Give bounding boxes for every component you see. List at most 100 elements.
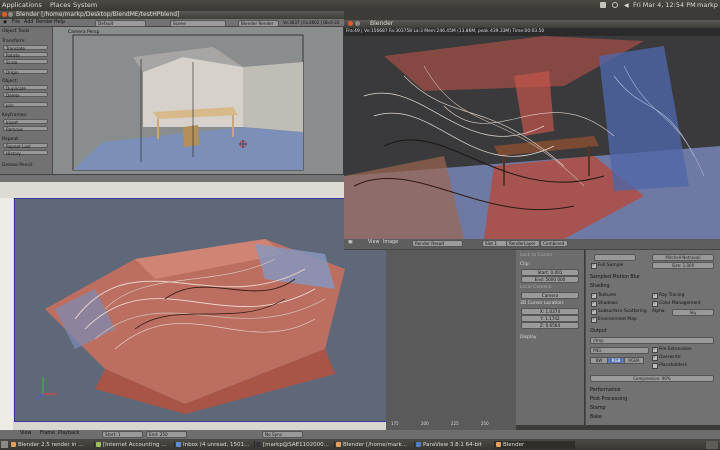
shading-panel-header[interactable]: Shading (590, 284, 610, 289)
cursor-x-field[interactable]: X: 1.0374 (521, 308, 579, 315)
repeat-last-button[interactable]: Repeat Last (3, 143, 48, 149)
motion-blur-panel[interactable]: Sampled Motion Blur (590, 275, 640, 280)
render-layer-select[interactable]: RenderLayer (506, 240, 540, 247)
blender-window-titlebar[interactable]: Blender [/home/markp/Desktop/BlendME/tes… (0, 11, 344, 19)
end-frame-field[interactable]: End: 250 (146, 431, 187, 438)
menu-help[interactable]: Help (54, 20, 65, 25)
output-path-field[interactable]: //tmp (590, 337, 714, 344)
timeline-menu-frame[interactable]: Frame (40, 431, 55, 436)
post-processing-panel[interactable]: Post Processing (590, 397, 627, 402)
minimize-icon[interactable] (8, 12, 13, 17)
screen-select[interactable]: Default (95, 20, 146, 27)
render-minimize-icon[interactable] (355, 21, 360, 26)
bake-panel[interactable]: Bake (590, 415, 602, 420)
network-icon[interactable] (612, 2, 618, 8)
stamp-panel[interactable]: Stamp (590, 406, 606, 411)
duplicate-button[interactable]: Duplicate (3, 85, 48, 91)
task-paraview[interactable]: ParaView 3.8.1 64-bit (415, 441, 495, 449)
shadows-checkbox[interactable] (591, 300, 597, 307)
placeholders-checkbox[interactable] (652, 363, 658, 369)
clip-start-field[interactable]: Start: 0.001 (521, 269, 579, 276)
close-icon[interactable] (2, 12, 7, 17)
blender-window-title: Blender [/home/markp/Desktop/BlendME/tes… (16, 11, 180, 18)
filter-select[interactable]: Mitchell-Netravali (652, 254, 714, 261)
start-frame-field[interactable]: Start: 1 (102, 431, 143, 438)
color-management-checkbox[interactable] (652, 300, 658, 307)
task-internet-accounting[interactable]: [Internet Accounting ... (95, 441, 175, 449)
menu-places[interactable]: Places (50, 1, 71, 9)
history-button[interactable]: History... (3, 150, 48, 156)
paraview-side-panel (0, 198, 13, 430)
output-panel-header[interactable]: Output (590, 329, 607, 334)
performance-panel[interactable]: Performance (590, 388, 620, 393)
menu-view[interactable]: View (368, 240, 379, 245)
color-rgb-button[interactable]: RGB (607, 357, 625, 364)
samples-field[interactable] (594, 254, 636, 261)
render-pass-select[interactable]: Combined (540, 240, 568, 247)
envmap-checkbox[interactable] (591, 316, 597, 323)
image-editor-type-icon[interactable]: ▣ (348, 240, 353, 245)
local-camera-label: Local Camera: (520, 285, 553, 290)
display-panel-header[interactable]: Display (520, 335, 537, 340)
raytracing-checkbox[interactable] (652, 292, 658, 299)
full-sample-checkbox[interactable] (591, 262, 597, 269)
insert-key-button[interactable]: Insert (3, 119, 48, 125)
menu-system[interactable]: System (73, 1, 97, 9)
file-extensions-checkbox[interactable] (652, 346, 658, 353)
task-blender-render[interactable]: Blender 2.5 render in ... (10, 441, 95, 449)
blender-logo-icon[interactable]: ◉ (3, 20, 7, 25)
timeline-menu-playback[interactable]: Playback (58, 431, 79, 436)
cursor-z-field[interactable]: Z: 0.6564 (521, 322, 579, 329)
timeline-menu-view[interactable]: View (20, 431, 31, 436)
color-rgba-button[interactable]: RGBA (624, 357, 644, 364)
task-blender-main[interactable]: Blender [/home/mark... (335, 441, 415, 449)
scene-select[interactable]: Scene (170, 20, 226, 27)
task-inbox[interactable]: Inbox (4 unread, 1501... (175, 441, 255, 449)
overwrite-checkbox[interactable] (652, 354, 658, 361)
render-window-titlebar[interactable]: Blender (344, 20, 720, 28)
translate-button[interactable]: Translate (3, 45, 48, 51)
origin-button[interactable]: Origin (3, 69, 48, 75)
file-format-select[interactable]: PNG (590, 347, 649, 354)
render-engine-select[interactable]: Blender Render (238, 20, 279, 27)
cursor-y-field[interactable]: Y: 1.1742 (521, 315, 579, 322)
app-icon (416, 442, 421, 447)
menu-add[interactable]: Add (24, 20, 33, 25)
timeline-area[interactable]: 175 200 225 250 (386, 250, 516, 430)
paraview-render-view[interactable] (14, 198, 388, 422)
render-close-icon[interactable] (348, 21, 353, 26)
menu-render[interactable]: Render (36, 20, 53, 25)
volume-icon[interactable]: ◀ (624, 2, 629, 9)
clock[interactable]: Fri Mar 4, 12:54 PM (633, 1, 696, 9)
task-blender-render-window[interactable]: Blender (495, 441, 575, 449)
workspace-switcher[interactable] (706, 441, 718, 449)
rotate-button[interactable]: Rotate (3, 52, 48, 58)
image-select[interactable]: Render Result (412, 240, 463, 247)
remove-key-button[interactable]: Remove (3, 126, 48, 132)
camera-viewport[interactable]: Camera Persp (53, 27, 343, 174)
render-window[interactable]: Blender Fra:49 | Ve:156687 Fa:303758 La:… (344, 20, 720, 250)
task-terminal[interactable]: [markp@SAE1102000... (255, 441, 335, 449)
menu-applications[interactable]: Applications (2, 1, 42, 9)
scale-button[interactable]: Scale (3, 59, 48, 65)
user-name[interactable]: markp (697, 1, 718, 9)
lock-to-cursor-label[interactable]: Lock to Cursor (520, 253, 552, 258)
filter-size-field[interactable]: Size: 1.000 (652, 262, 714, 269)
join-button[interactable]: Join (3, 102, 48, 108)
slot-select[interactable]: Slot 1 (482, 240, 508, 247)
show-desktop-icon[interactable] (1, 441, 8, 448)
sss-checkbox[interactable] (591, 308, 597, 315)
delete-button[interactable]: Delete (3, 92, 48, 98)
app-icon (496, 442, 501, 447)
file-extensions-label: File Extensions (659, 347, 692, 352)
menu-file[interactable]: File (12, 20, 20, 25)
clip-end-field[interactable]: End: 5000.000 (521, 276, 579, 283)
color-bw-button[interactable]: BW (590, 357, 608, 364)
mail-icon[interactable] (600, 2, 606, 8)
menu-image[interactable]: Image (383, 240, 398, 245)
compression-slider[interactable]: Compression: 90% (590, 375, 714, 382)
alpha-select[interactable]: Sky (672, 309, 714, 316)
camera-field[interactable]: Camera (521, 292, 579, 299)
textures-checkbox[interactable] (591, 292, 597, 299)
sync-select[interactable]: No Sync (262, 431, 303, 438)
